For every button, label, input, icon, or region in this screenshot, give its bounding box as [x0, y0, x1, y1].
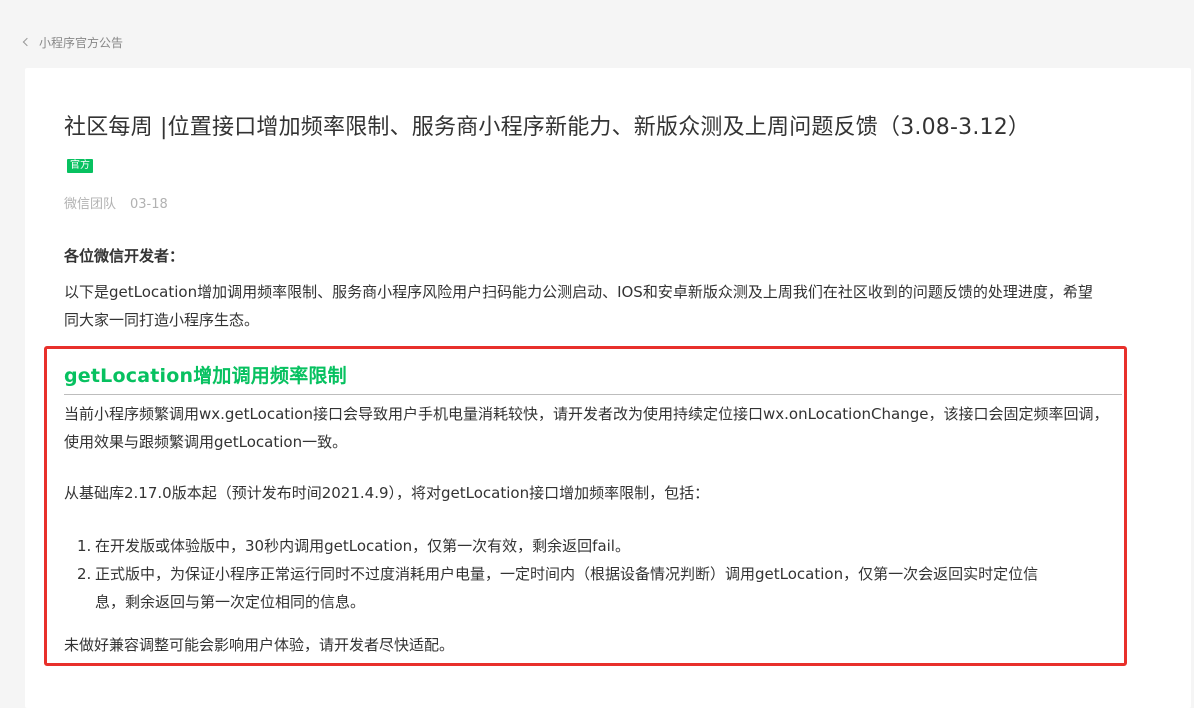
list-item: 1. 在开发版或体验版中，30秒内调用getLocation，仅第一次有效，剩余… [64, 532, 1064, 560]
rule-list: 1. 在开发版或体验版中，30秒内调用getLocation，仅第一次有效，剩余… [64, 532, 1064, 616]
highlight-box: getLocation增加调用频率限制 当前小程序频繁调用wx.getLocat… [44, 346, 1127, 666]
greeting: 各位微信开发者： [64, 247, 185, 265]
chevron-left-icon [22, 37, 32, 47]
list-item-text: 在开发版或体验版中，30秒内调用getLocation，仅第一次有效，剩余返回f… [95, 537, 630, 555]
section-divider [64, 394, 1122, 395]
official-badge: 官方 [67, 159, 93, 173]
list-item-number: 2. [77, 565, 92, 583]
list-item-number: 1. [77, 537, 92, 555]
article-meta: 微信团队 03-18 [64, 193, 168, 212]
article-card: 社区每周 |位置接口增加频率限制、服务商小程序新能力、新版众测及上周问题反馈（3… [25, 68, 1191, 708]
breadcrumb-label: 小程序官方公告 [39, 35, 124, 50]
intro-paragraph: 以下是getLocation增加调用频率限制、服务商小程序风险用户扫码能力公测启… [64, 283, 1093, 329]
publish-date: 03-18 [130, 197, 168, 212]
article-title: 社区每周 |位置接口增加频率限制、服务商小程序新能力、新版众测及上周问题反馈（3… [64, 115, 1031, 140]
list-item: 2. 正式版中，为保证小程序正常运行同时不过度消耗用户电量，一定时间内（根据设备… [64, 560, 1064, 616]
section-paragraph-1: 当前小程序频繁调用wx.getLocation接口会导致用户手机电量消耗较快，请… [64, 405, 1109, 451]
section-paragraph-2: 从基础库2.17.0版本起（预计发布时间2021.4.9），将对getLocat… [64, 484, 710, 502]
section-paragraph-3: 未做好兼容调整可能会影响用户体验，请开发者尽快适配。 [64, 636, 455, 654]
breadcrumb[interactable]: 小程序官方公告 [20, 33, 123, 51]
section-title: getLocation增加调用频率限制 [64, 365, 347, 387]
author-name[interactable]: 微信团队 [64, 197, 116, 212]
list-item-text: 正式版中，为保证小程序正常运行同时不过度消耗用户电量，一定时间内（根据设备情况判… [95, 565, 1039, 611]
